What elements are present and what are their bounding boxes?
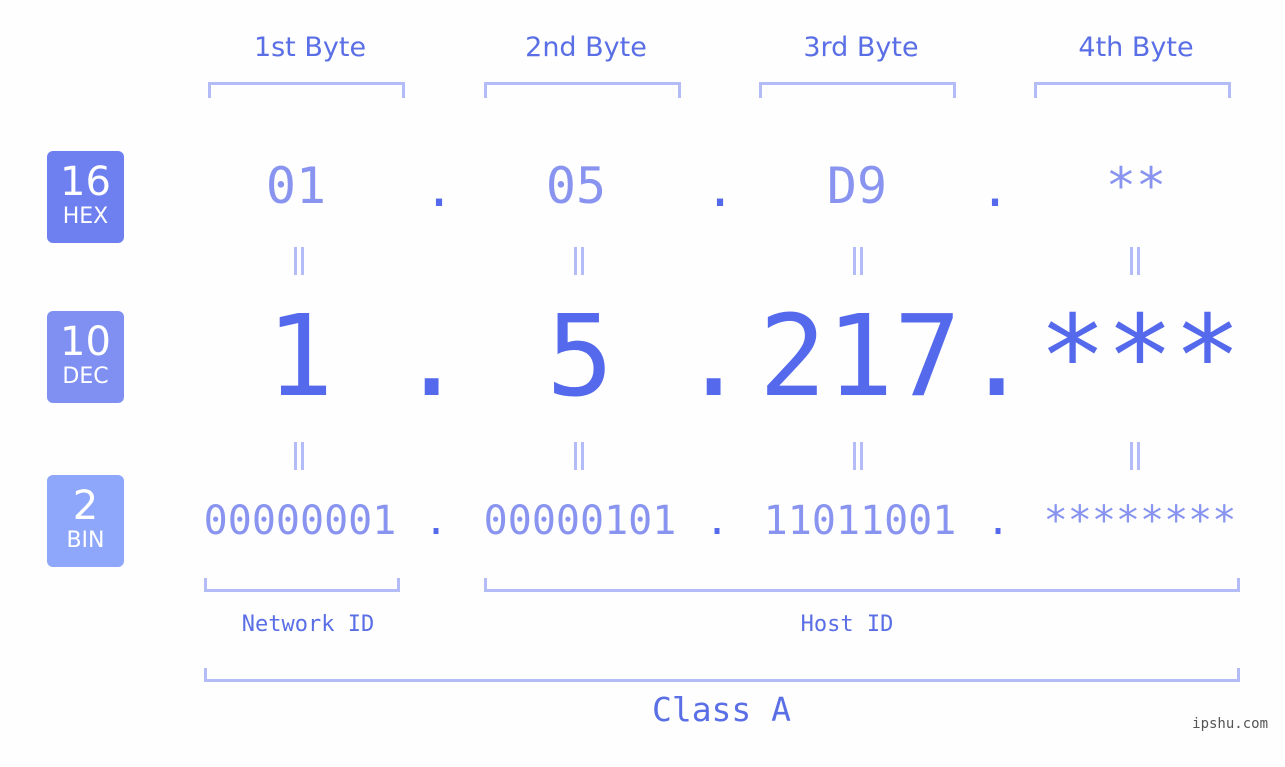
byte-header-4: 4th Byte — [1078, 32, 1194, 63]
class-label: Class A — [651, 690, 792, 729]
bin-byte-4: ******** — [1043, 498, 1237, 544]
bin-base-label: BIN — [66, 528, 105, 553]
bin-base-number: 2 — [72, 483, 99, 529]
dec-byte-3: 217 — [758, 292, 962, 422]
dec-byte-1: 1 — [266, 292, 334, 422]
bin-separator: . — [705, 498, 730, 544]
byte-header-3: 3rd Byte — [803, 32, 919, 63]
hex-separator: . — [424, 160, 455, 218]
hex-separator: . — [705, 160, 736, 218]
bin-byte-1: 00000001 — [203, 498, 397, 544]
byte-bracket-1 — [208, 82, 405, 98]
dec-badge: 10 DEC — [47, 311, 124, 403]
dec-byte-2: 5 — [546, 292, 614, 422]
bin-byte-3: 11011001 — [763, 498, 957, 544]
dec-base-number: 10 — [60, 319, 111, 365]
equals-icon — [1129, 247, 1141, 275]
equals-icon — [573, 442, 585, 470]
byte-bracket-4 — [1034, 82, 1231, 98]
hex-byte-1: 01 — [265, 157, 327, 215]
hex-badge: 16 HEX — [47, 151, 124, 243]
hex-byte-2: 05 — [545, 157, 607, 215]
equals-icon — [573, 247, 585, 275]
bin-badge: 2 BIN — [47, 475, 124, 567]
watermark: ipshu.com — [1192, 716, 1268, 732]
hex-byte-3: D9 — [826, 157, 888, 215]
bin-byte-2: 00000101 — [483, 498, 677, 544]
dec-separator: . — [963, 292, 1031, 422]
dec-separator: . — [398, 292, 466, 422]
byte-bracket-3 — [759, 82, 956, 98]
dec-base-label: DEC — [62, 364, 109, 389]
hex-separator: . — [980, 160, 1011, 218]
network-id-label: Network ID — [241, 612, 375, 637]
host-id-bracket — [484, 578, 1240, 592]
hex-base-number: 16 — [60, 159, 111, 205]
byte-header-2: 2nd Byte — [525, 32, 647, 63]
bin-separator: . — [986, 498, 1011, 544]
equals-icon — [293, 247, 305, 275]
dec-byte-4: *** — [1038, 292, 1242, 422]
host-id-label: Host ID — [800, 612, 894, 637]
byte-header-1: 1st Byte — [253, 32, 367, 63]
network-id-bracket — [204, 578, 400, 592]
hex-byte-4: ** — [1105, 157, 1167, 215]
equals-icon — [293, 442, 305, 470]
byte-bracket-2 — [484, 82, 681, 98]
equals-icon — [852, 442, 864, 470]
bin-separator: . — [424, 498, 449, 544]
class-bracket — [204, 668, 1240, 682]
hex-base-label: HEX — [62, 204, 109, 229]
equals-icon — [1129, 442, 1141, 470]
equals-icon — [852, 247, 864, 275]
dec-separator: . — [680, 292, 748, 422]
